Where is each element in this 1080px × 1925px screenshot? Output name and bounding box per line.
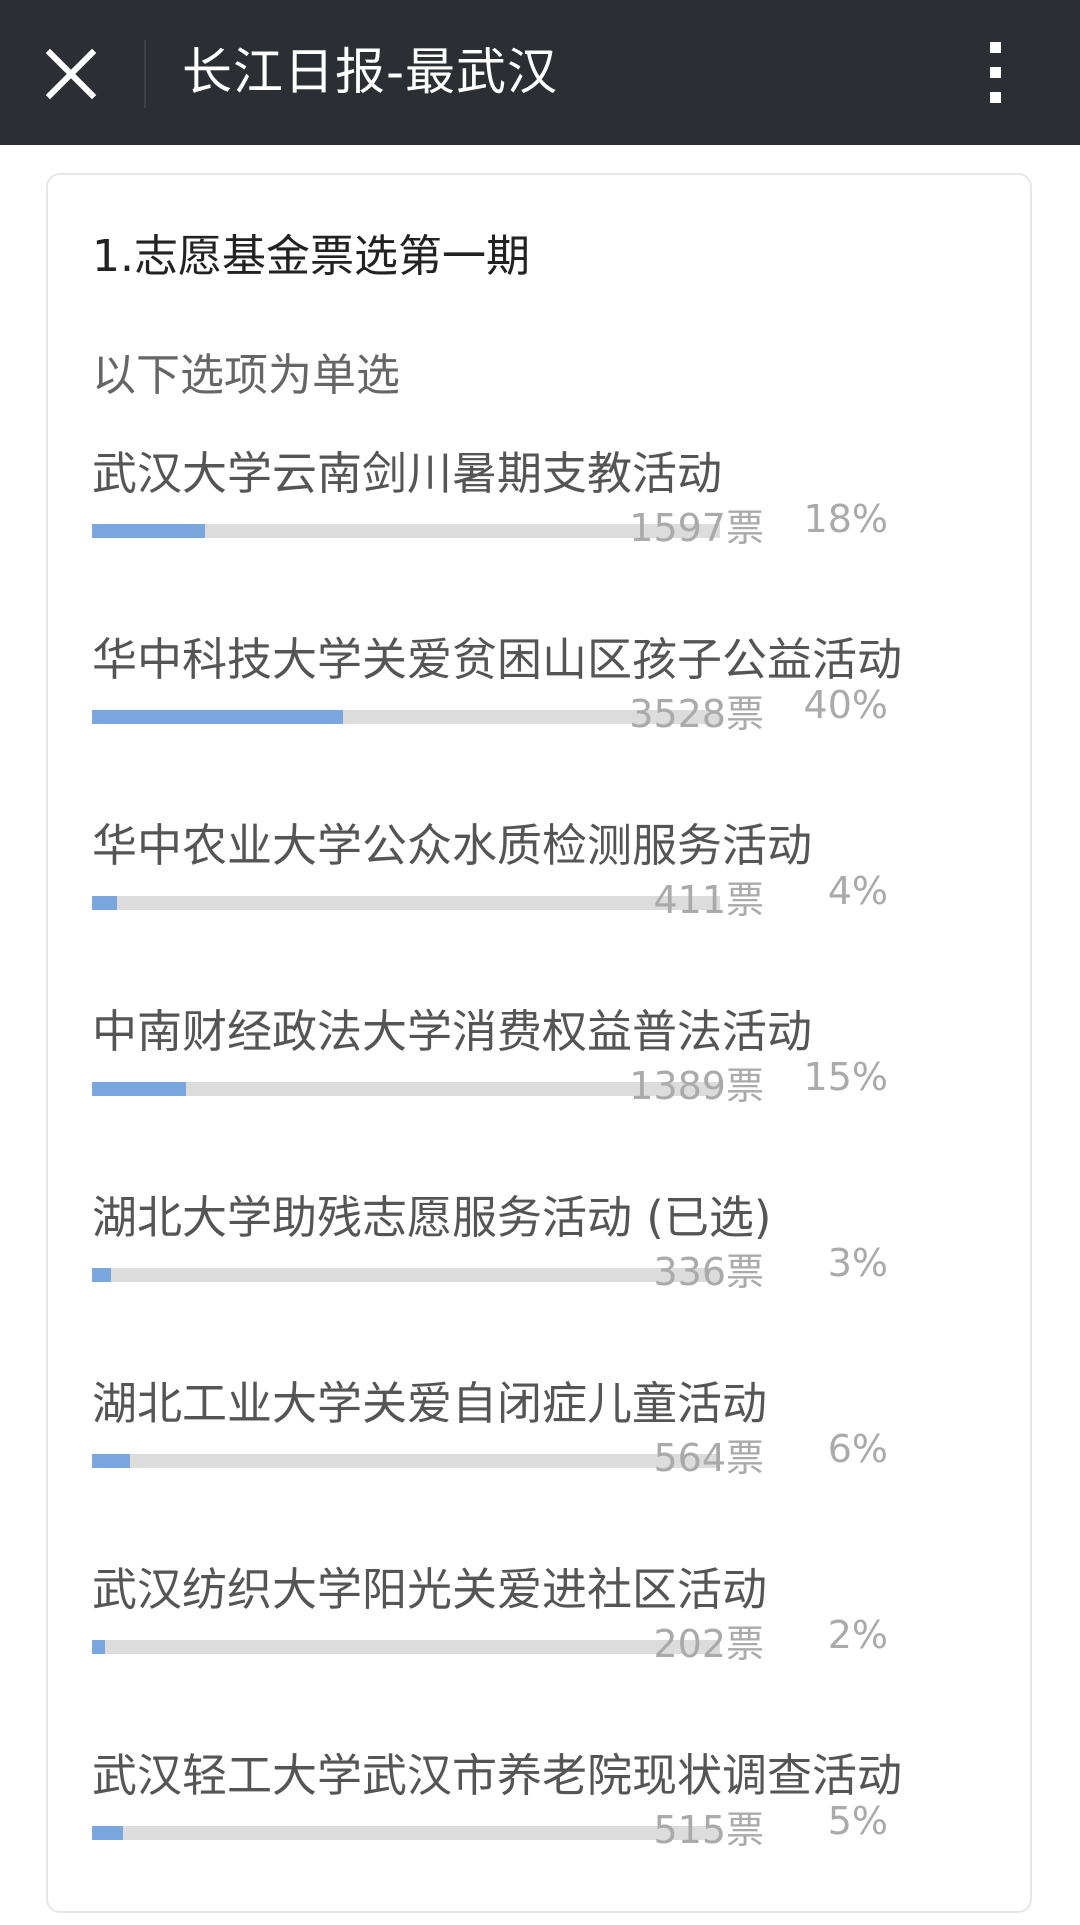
poll-subtitle: 以下选项为单选 (92, 350, 400, 401)
vote-percent: 40% (803, 683, 888, 727)
vote-bar-fill (92, 710, 343, 724)
vote-bar-track (92, 710, 720, 724)
poll-option[interactable]: 武汉纺织大学阳光关爱进社区活动 202票 2% (92, 1553, 992, 1739)
vote-bar-track (92, 1454, 720, 1468)
vote-count: 515票 (653, 1808, 764, 1852)
vote-bar-fill (92, 1082, 186, 1096)
vote-bar-fill (92, 1640, 105, 1654)
vote-percent: 5% (827, 1799, 888, 1843)
vote-bar-track (92, 1082, 720, 1096)
poll-option-label: 武汉大学云南剑川暑期支教活动 (92, 447, 723, 500)
vote-percent: 15% (803, 1055, 888, 1099)
vote-bar-track (92, 1640, 720, 1654)
vote-bar-track (92, 524, 720, 538)
poll-option-label: 华中科技大学关爱贫困山区孩子公益活动 (92, 633, 903, 686)
more-options-button[interactable] (980, 42, 1010, 104)
poll-option-label: 湖北大学助残志愿服务活动 (已选) (92, 1191, 772, 1244)
poll-option-label: 华中农业大学公众水质检测服务活动 (92, 819, 813, 872)
vote-percent: 6% (827, 1427, 888, 1471)
vote-percent: 4% (827, 869, 888, 913)
vote-count: 1389票 (629, 1064, 764, 1108)
vote-bar-fill (92, 1826, 123, 1840)
poll-option-label: 中南财经政法大学消费权益普法活动 (92, 1005, 813, 1058)
vote-count: 3528票 (629, 692, 764, 736)
close-icon (45, 48, 97, 100)
poll-option[interactable]: 湖北大学助残志愿服务活动 (已选) 336票 3% (92, 1181, 992, 1367)
vote-percent: 2% (827, 1613, 888, 1657)
vote-bar-fill (92, 1268, 111, 1282)
poll-option[interactable]: 武汉轻工大学武汉市养老院现状调查活动 515票 5% (92, 1739, 992, 1925)
vote-count: 564票 (653, 1436, 764, 1480)
close-button[interactable] (40, 43, 102, 105)
vote-bar-fill (92, 1454, 130, 1468)
poll-option-label: 武汉纺织大学阳光关爱进社区活动 (92, 1563, 768, 1616)
vote-percent: 3% (827, 1241, 888, 1285)
page-title: 长江日报-最武汉 (182, 43, 559, 101)
poll-option[interactable]: 中南财经政法大学消费权益普法活动 1389票 15% (92, 995, 992, 1181)
vote-bar-track (92, 896, 720, 910)
poll-option[interactable]: 湖北工业大学关爱自闭症儿童活动 564票 6% (92, 1367, 992, 1553)
vote-count: 411票 (653, 878, 764, 922)
poll-title: 1.志愿基金票选第一期 (92, 231, 530, 282)
top-navigation-bar: 长江日报-最武汉 (0, 0, 1080, 145)
poll-option[interactable]: 华中农业大学公众水质检测服务活动 411票 4% (92, 809, 992, 995)
vote-count: 336票 (653, 1250, 764, 1294)
vote-bar-fill (92, 524, 205, 538)
poll-option-label: 湖北工业大学关爱自闭症儿童活动 (92, 1377, 768, 1430)
nav-divider (144, 40, 146, 108)
poll-option[interactable]: 武汉大学云南剑川暑期支教活动 1597票 18% (92, 437, 992, 623)
poll-option[interactable]: 华中科技大学关爱贫困山区孩子公益活动 3528票 40% (92, 623, 992, 809)
poll-option-label: 武汉轻工大学武汉市养老院现状调查活动 (92, 1749, 903, 1802)
vote-bar-track (92, 1268, 720, 1282)
vote-count: 1597票 (629, 506, 764, 550)
vote-bar-track (92, 1826, 720, 1840)
vote-bar-fill (92, 896, 117, 910)
vote-percent: 18% (803, 497, 888, 541)
vote-count: 202票 (653, 1622, 764, 1666)
